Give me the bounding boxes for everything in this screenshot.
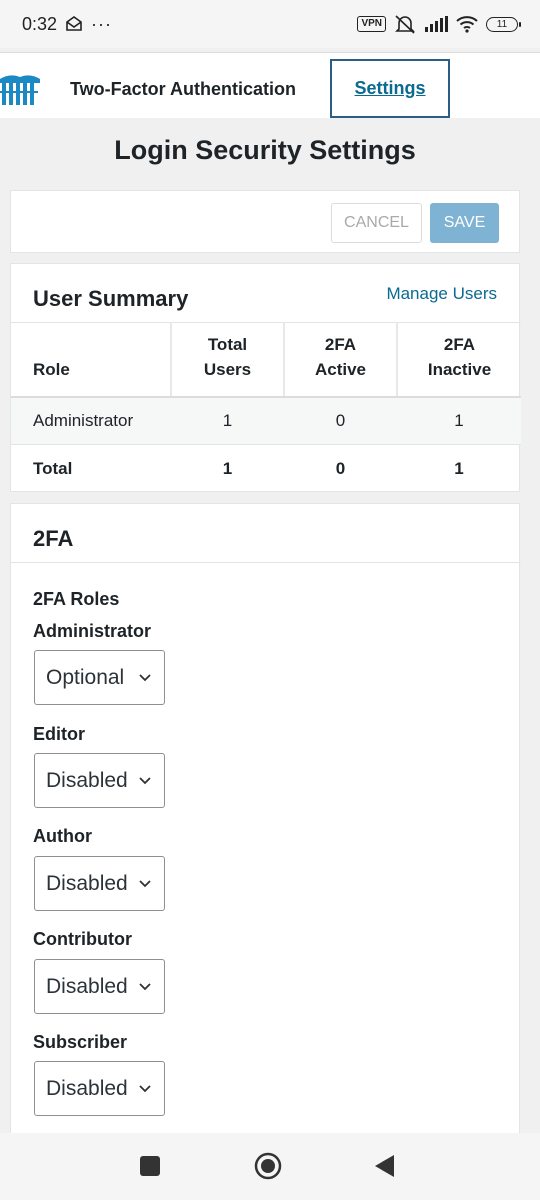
select-value: Optional: [46, 665, 125, 689]
cell-active: 0: [335, 458, 346, 478]
table-row: Administrator 1 0 1: [11, 396, 521, 445]
divider: [11, 562, 521, 563]
column-header-role: Role: [11, 322, 171, 398]
tab-settings-link[interactable]: Settings: [354, 78, 425, 99]
muted-bell-icon: [395, 15, 415, 34]
cell-active: 0: [284, 396, 397, 445]
twofa-title: 2FA: [33, 526, 74, 551]
cell-total: 1: [222, 458, 233, 478]
cell-total: 1: [171, 396, 284, 445]
select-value: Disabled: [46, 871, 128, 895]
role-label-author: Author: [33, 826, 92, 846]
administrator-2fa-select[interactable]: Optional: [34, 650, 165, 705]
tab-settings[interactable]: Settings: [330, 59, 450, 118]
chevron-down-icon: [139, 674, 151, 682]
user-summary-table: Role Total Users 2FA Active 2FA Inactive Ad…: [11, 322, 521, 493]
signal-icon: [425, 16, 448, 32]
role-label-contributor: Contributor: [33, 929, 132, 949]
wifi-icon: [456, 16, 478, 33]
status-bar: 0:32 ··· VPN 11: [0, 0, 540, 48]
column-header-total-users: Total Users: [170, 322, 284, 398]
contributor-2fa-select[interactable]: Disabled: [34, 959, 165, 1014]
status-time: 0:32: [22, 13, 58, 34]
author-2fa-select[interactable]: Disabled: [34, 856, 165, 911]
chevron-down-icon: [139, 880, 151, 888]
manage-users-link[interactable]: Manage Users: [386, 284, 497, 304]
vpn-icon: VPN: [357, 16, 386, 32]
role-label-editor: Editor: [33, 724, 85, 744]
select-value: Disabled: [46, 768, 128, 792]
battery-icon: 11: [486, 16, 521, 32]
back-icon[interactable]: [375, 1155, 395, 1177]
chevron-down-icon: [139, 777, 151, 785]
cell-inactive: 1: [397, 396, 521, 445]
twofa-roles-heading: 2FA Roles: [33, 589, 120, 609]
recent-apps-icon[interactable]: [140, 1156, 160, 1176]
table-row-total: Total 1 0 1: [11, 445, 521, 493]
table-header-row: Role Total Users 2FA Active 2FA Inactive: [11, 322, 521, 398]
cancel-button[interactable]: CANCEL: [331, 203, 422, 243]
column-header-2fa-active: 2FA Active: [283, 322, 397, 398]
editor-2fa-select[interactable]: Disabled: [34, 753, 165, 808]
role-label-administrator: Administrator: [33, 621, 152, 641]
cell-role: Total: [33, 458, 73, 478]
home-icon[interactable]: [254, 1152, 282, 1180]
chevron-down-icon: [139, 983, 151, 991]
save-button[interactable]: SAVE: [430, 203, 499, 243]
role-label-subscriber: Subscriber: [33, 1032, 128, 1052]
select-value: Disabled: [46, 1076, 128, 1100]
wordfence-logo-icon: [0, 75, 40, 105]
page-title: Login Security Settings: [114, 135, 416, 165]
tab-two-factor-authentication[interactable]: Two-Factor Authentication: [70, 79, 296, 100]
twofa-card: 2FA 2FA Roles Administrator Optional Edi…: [10, 503, 521, 1143]
actions-bar: CANCEL SAVE: [10, 190, 520, 253]
column-header-2fa-inactive: 2FA Inactive: [396, 322, 521, 398]
more-notifications-icon: ···: [91, 13, 113, 34]
mail-notification-icon: [66, 16, 82, 31]
user-summary-title: User Summary: [33, 286, 189, 311]
cell-inactive: 1: [454, 458, 464, 478]
user-summary-card: User Summary Manage Users Role Total User…: [10, 263, 521, 493]
chevron-down-icon: [139, 1085, 151, 1093]
plugin-tab-header: Two-Factor Authentication Settings: [0, 52, 540, 118]
android-navigation-bar: [0, 1133, 540, 1200]
subscriber-2fa-select[interactable]: Disabled: [34, 1061, 165, 1116]
cell-role: Administrator: [11, 396, 171, 445]
select-value: Disabled: [46, 974, 128, 998]
